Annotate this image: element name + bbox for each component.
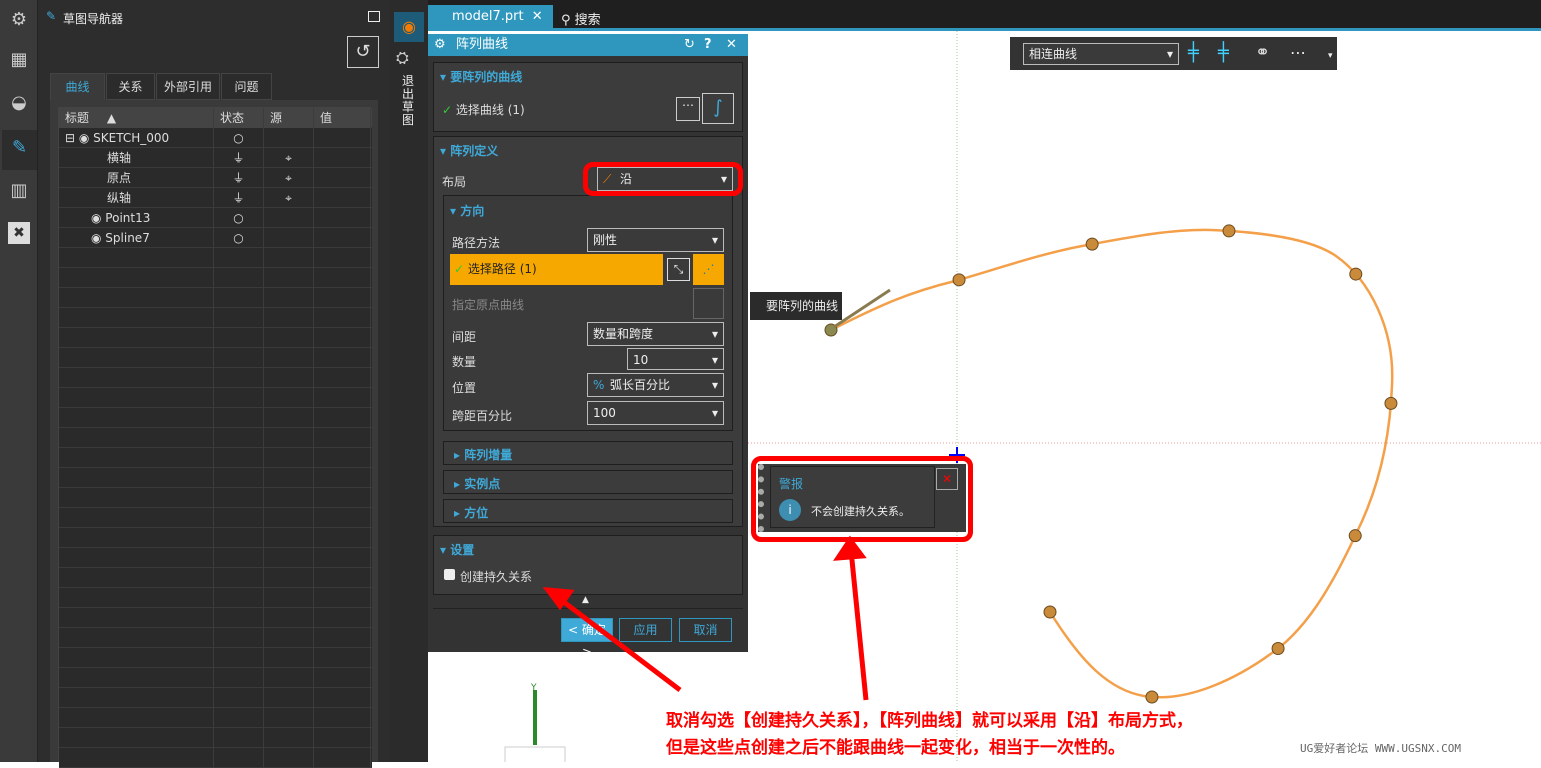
pattern-point[interactable]	[1348, 529, 1362, 543]
pattern-point[interactable]	[1384, 396, 1398, 410]
direction-arrow	[833, 288, 891, 329]
pattern-point[interactable]	[1145, 690, 1159, 704]
pattern-point[interactable]	[1043, 605, 1057, 619]
pattern-point[interactable]	[1222, 224, 1236, 238]
pattern-point[interactable]	[1349, 267, 1363, 281]
alert-highlight	[751, 456, 973, 542]
graphics-canvas[interactable]: Y	[0, 0, 1541, 762]
pattern-point[interactable]	[1271, 642, 1285, 656]
annotation-text: 取消勾选【创建持久关系】，【阵列曲线】就可以采用【沿】布局方式， 但是这些点创建之…	[666, 711, 1193, 758]
svg-text:Y: Y	[530, 683, 537, 693]
annotation-arrow-checkbox	[542, 587, 682, 692]
watermark: UG爱好者论坛 WWW.UGSNX.COM	[1300, 742, 1461, 755]
pattern-point[interactable]	[1085, 237, 1099, 251]
pattern-point[interactable]	[952, 273, 966, 287]
annotation-arrow-alert	[833, 535, 869, 701]
selection-tooltip: 要阵列的曲线	[750, 292, 842, 320]
